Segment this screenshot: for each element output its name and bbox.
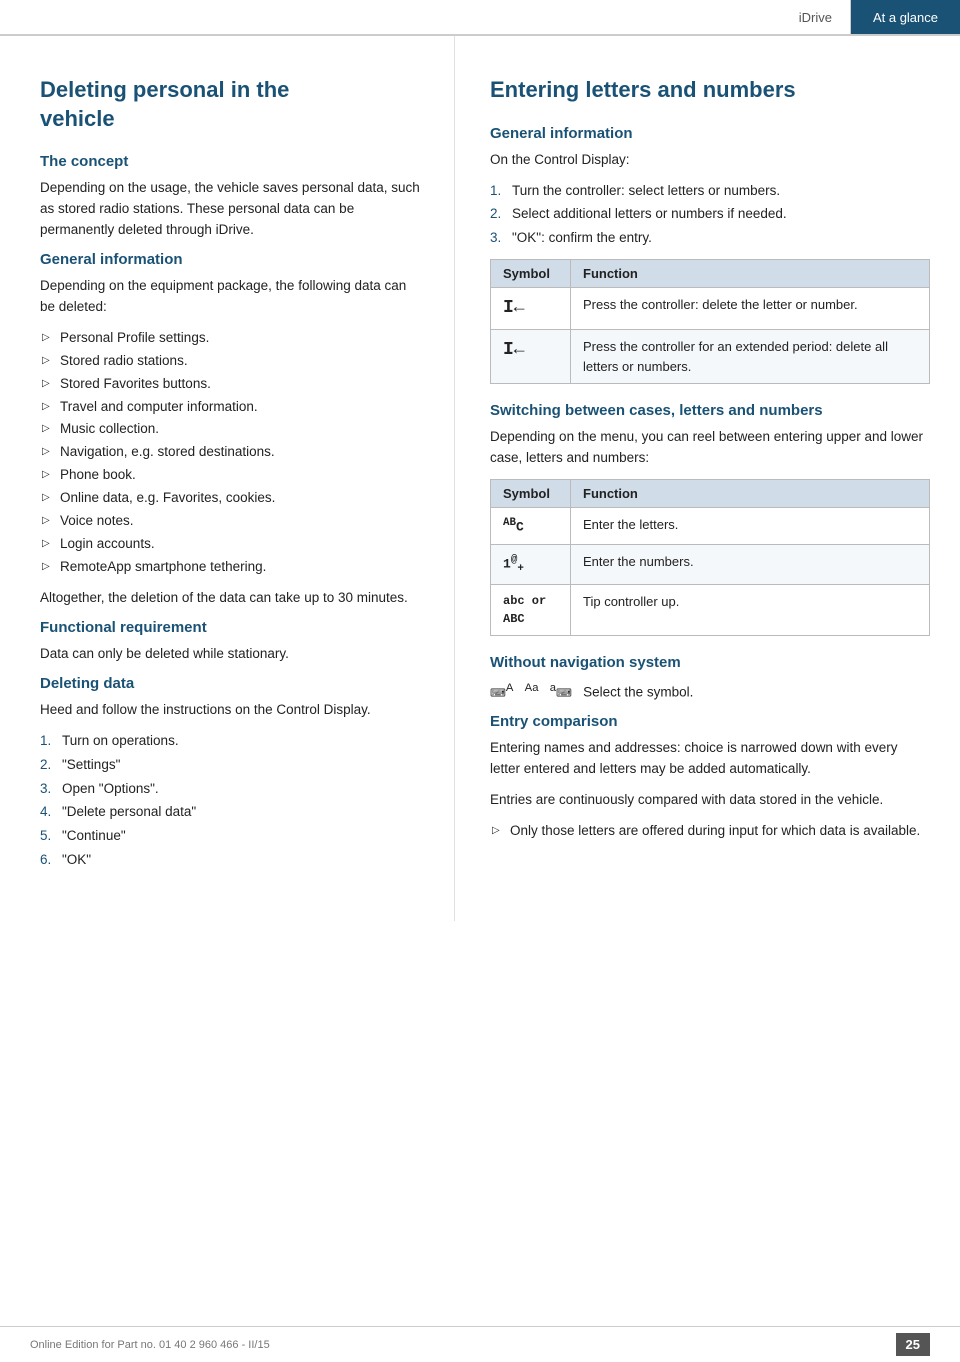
text-deleting-data: Heed and follow the instructions on the …	[40, 700, 424, 721]
section-deleting-data: Deleting data Heed and follow the instru…	[40, 675, 424, 871]
list-item: Music collection.	[40, 419, 424, 440]
section-the-concept: The concept Depending on the usage, the …	[40, 153, 424, 241]
footer-text: Online Edition for Part no. 01 40 2 960 …	[30, 1339, 270, 1351]
page-header: iDrive At a glance	[0, 0, 960, 36]
text-general-info-right: On the Control Display:	[490, 150, 930, 171]
table-header-function: Function	[571, 480, 930, 508]
header-idrive-label: iDrive	[781, 0, 851, 34]
list-item: 1.Turn the controller: select letters or…	[490, 181, 930, 202]
text-entry-comparison-2: Entries are continuously compared with d…	[490, 790, 930, 811]
symbol-cell: I←	[491, 330, 571, 384]
list-item: RemoteApp smartphone tethering.	[40, 557, 424, 578]
table-header-function: Function	[571, 260, 930, 288]
list-item: Stored Favorites buttons.	[40, 374, 424, 395]
table-row: ABC Enter the letters.	[491, 508, 930, 545]
symbol-function-table-1: Symbol Function I← Press the controller:…	[490, 259, 930, 384]
list-item: Only those letters are offered during in…	[490, 821, 930, 842]
section-switching-cases: Switching between cases, letters and num…	[490, 402, 930, 636]
section-without-navigation: Without navigation system ⌨A Aa a⌨ Selec…	[490, 654, 930, 703]
list-item: Login accounts.	[40, 534, 424, 555]
list-item: Voice notes.	[40, 511, 424, 532]
function-cell: Press the controller: delete the letter …	[571, 288, 930, 330]
left-column: Deleting personal in the vehicle The con…	[0, 36, 455, 921]
symbol-cell: I←	[491, 288, 571, 330]
list-item: 1.Turn on operations.	[40, 731, 424, 752]
text-entry-comparison-1: Entering names and addresses: choice is …	[490, 738, 930, 780]
general-info-right-steps: 1.Turn the controller: select letters or…	[490, 181, 930, 250]
function-cell: Enter the letters.	[571, 508, 930, 545]
right-column: Entering letters and numbers General inf…	[455, 36, 960, 921]
list-item: Online data, e.g. Favorites, cookies.	[40, 488, 424, 509]
list-item: 6."OK"	[40, 850, 424, 871]
list-item: 3."OK": confirm the entry.	[490, 228, 930, 249]
list-item: Personal Profile settings.	[40, 328, 424, 349]
left-page-title: Deleting personal in the vehicle	[40, 76, 424, 133]
text-general-info-2: Altogether, the deletion of the data can…	[40, 588, 424, 609]
table-header-symbol: Symbol	[491, 480, 571, 508]
list-item: Stored radio stations.	[40, 351, 424, 372]
page-footer: Online Edition for Part no. 01 40 2 960 …	[0, 1326, 960, 1362]
section-general-info-right: General information On the Control Displ…	[490, 125, 930, 385]
heading-general-information: General information	[40, 251, 424, 268]
text-general-information: Depending on the equipment package, the …	[40, 276, 424, 318]
text-without-navigation: ⌨A Aa a⌨ Select the symbol.	[490, 679, 930, 703]
list-item: 5."Continue"	[40, 826, 424, 847]
symbol-cell: ABC	[491, 508, 571, 545]
heading-switching-cases: Switching between cases, letters and num…	[490, 402, 930, 419]
section-general-information: General information Depending on the equ…	[40, 251, 424, 609]
list-item: 3.Open "Options".	[40, 779, 424, 800]
general-info-bullet-list: Personal Profile settings. Stored radio …	[40, 328, 424, 578]
section-functional-requirement: Functional requirement Data can only be …	[40, 619, 424, 665]
page-number: 25	[896, 1333, 930, 1356]
list-item: 2."Settings"	[40, 755, 424, 776]
list-item: 2.Select additional letters or numbers i…	[490, 204, 930, 225]
table-row: I← Press the controller for an extended …	[491, 330, 930, 384]
function-cell: Tip controller up.	[571, 585, 930, 636]
section-entry-comparison: Entry comparison Entering names and addr…	[490, 713, 930, 842]
text-switching-cases: Depending on the menu, you can reel betw…	[490, 427, 930, 469]
deleting-data-steps: 1.Turn on operations. 2."Settings" 3.Ope…	[40, 731, 424, 872]
list-item: Travel and computer information.	[40, 397, 424, 418]
text-functional-requirement: Data can only be deleted while stationar…	[40, 644, 424, 665]
table-row: I← Press the controller: delete the lett…	[491, 288, 930, 330]
symbol-function-table-2: Symbol Function ABC Enter the letters. 1…	[490, 479, 930, 636]
table-header-symbol: Symbol	[491, 260, 571, 288]
heading-without-navigation: Without navigation system	[490, 654, 930, 671]
list-item: 4."Delete personal data"	[40, 802, 424, 823]
header-at-a-glance-label: At a glance	[851, 0, 960, 34]
function-cell: Enter the numbers.	[571, 544, 930, 584]
heading-deleting-data: Deleting data	[40, 675, 424, 692]
table-row: abc or ABC Tip controller up.	[491, 585, 930, 636]
heading-entry-comparison: Entry comparison	[490, 713, 930, 730]
entry-comparison-bullets: Only those letters are offered during in…	[490, 821, 930, 842]
table-row: 1@+ Enter the numbers.	[491, 544, 930, 584]
text-the-concept: Depending on the usage, the vehicle save…	[40, 178, 424, 241]
right-page-title: Entering letters and numbers	[490, 76, 930, 105]
symbol-cell: abc or ABC	[491, 585, 571, 636]
list-item: Navigation, e.g. stored destinations.	[40, 442, 424, 463]
main-content: Deleting personal in the vehicle The con…	[0, 36, 960, 921]
list-item: Phone book.	[40, 465, 424, 486]
symbol-cell: 1@+	[491, 544, 571, 584]
heading-general-info-right: General information	[490, 125, 930, 142]
heading-the-concept: The concept	[40, 153, 424, 170]
heading-functional-requirement: Functional requirement	[40, 619, 424, 636]
function-cell: Press the controller for an extended per…	[571, 330, 930, 384]
